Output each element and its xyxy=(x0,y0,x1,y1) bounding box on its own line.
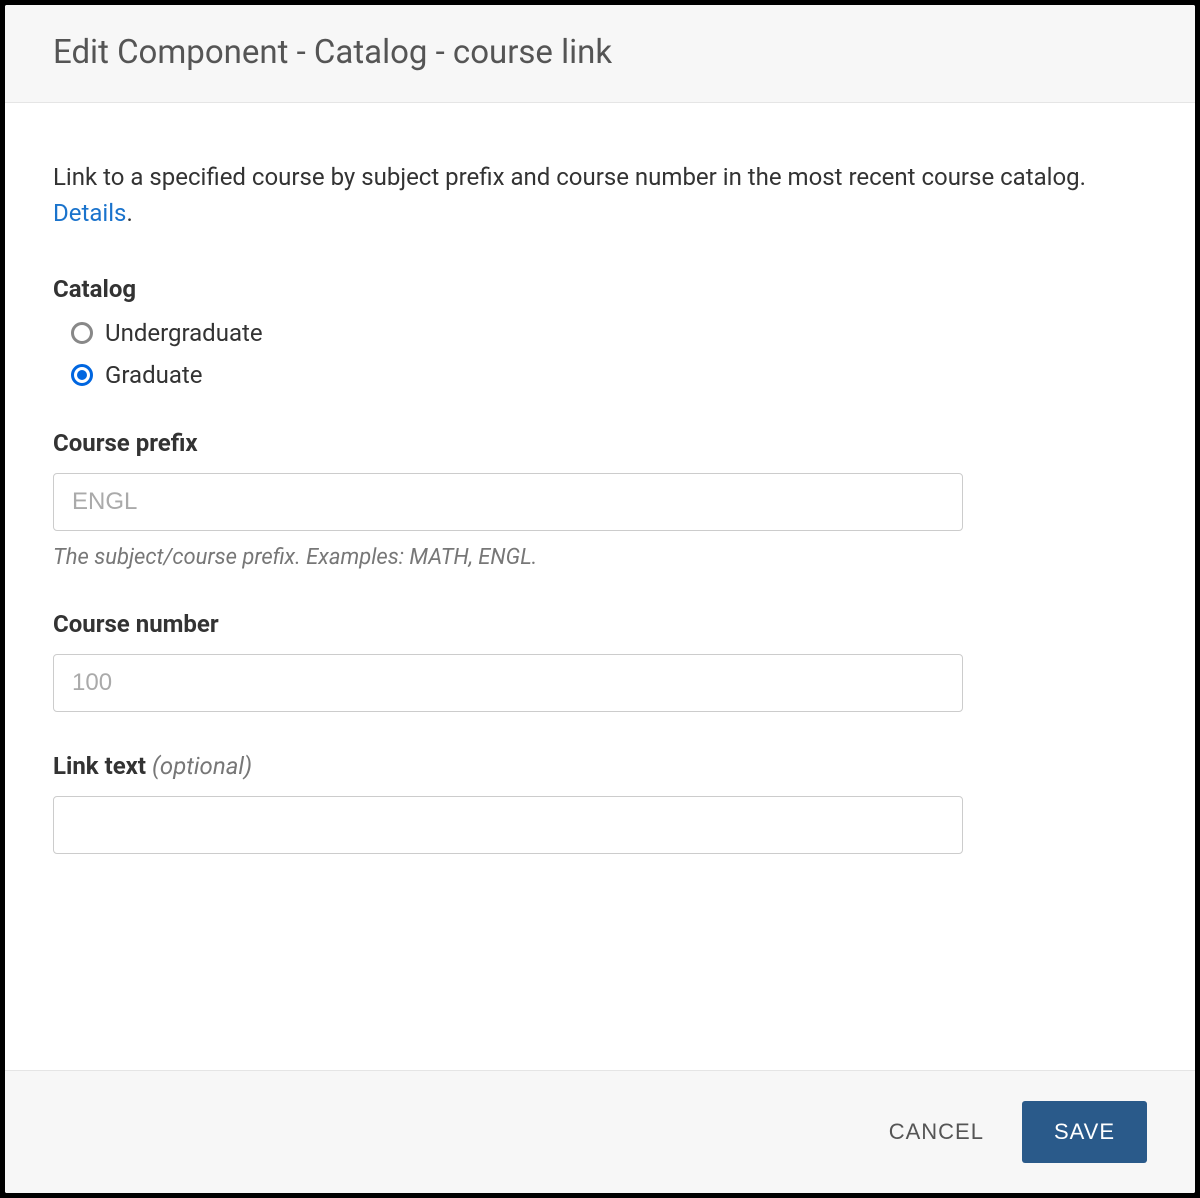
link-text-field: Link text (optional) xyxy=(53,752,1147,854)
dialog-description: Link to a specified course by subject pr… xyxy=(53,159,1147,231)
catalog-label: Catalog xyxy=(53,275,1147,303)
course-prefix-field: Course prefix The subject/course prefix.… xyxy=(53,429,1147,570)
radio-circle-selected-icon xyxy=(71,364,93,386)
link-text-input[interactable] xyxy=(53,796,963,854)
course-number-input[interactable] xyxy=(53,654,963,712)
link-text-label-main: Link text xyxy=(53,752,152,780)
course-prefix-input[interactable] xyxy=(53,473,963,531)
course-number-label: Course number xyxy=(53,610,1147,638)
cancel-button[interactable]: CANCEL xyxy=(879,1103,994,1161)
dialog-body: Link to a specified course by subject pr… xyxy=(5,103,1195,1070)
dialog-title: Edit Component - Catalog - course link xyxy=(53,33,1147,72)
radio-graduate[interactable]: Graduate xyxy=(71,361,1147,389)
radio-circle-icon xyxy=(71,322,93,344)
edit-component-dialog: Edit Component - Catalog - course link L… xyxy=(5,5,1195,1193)
description-suffix: . xyxy=(126,199,132,227)
save-button[interactable]: SAVE xyxy=(1022,1101,1147,1163)
dialog-footer: CANCEL SAVE xyxy=(5,1070,1195,1193)
link-text-label: Link text (optional) xyxy=(53,752,1147,780)
catalog-radio-group: Undergraduate Graduate xyxy=(53,319,1147,389)
radio-dot-icon xyxy=(77,370,87,380)
course-number-field: Course number xyxy=(53,610,1147,712)
description-text: Link to a specified course by subject pr… xyxy=(53,163,1086,191)
link-text-optional: (optional) xyxy=(152,752,252,780)
radio-undergraduate[interactable]: Undergraduate xyxy=(71,319,1147,347)
course-prefix-label: Course prefix xyxy=(53,429,1147,457)
details-link[interactable]: Details xyxy=(53,199,126,227)
course-prefix-help: The subject/course prefix. Examples: MAT… xyxy=(53,545,1147,570)
catalog-field: Catalog Undergraduate Graduate xyxy=(53,275,1147,389)
radio-label: Graduate xyxy=(105,361,202,389)
dialog-header: Edit Component - Catalog - course link xyxy=(5,5,1195,103)
radio-label: Undergraduate xyxy=(105,319,263,347)
